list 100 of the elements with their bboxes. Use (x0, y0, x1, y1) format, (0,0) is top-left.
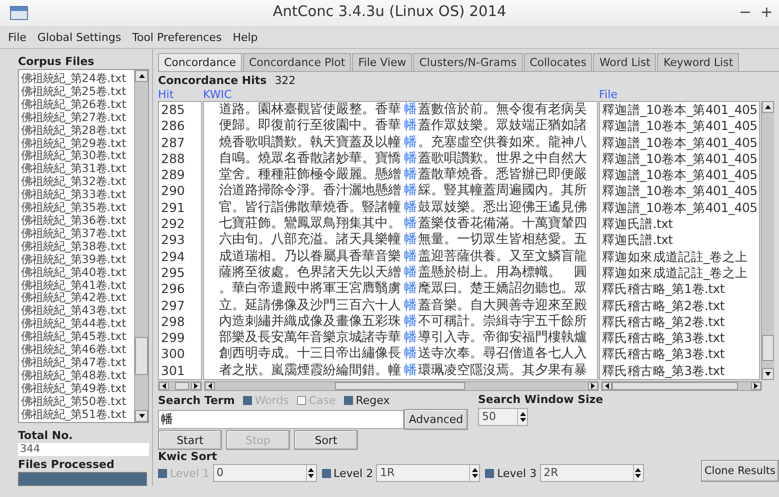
up-arrow-icon[interactable] (472, 468, 478, 472)
column-header[interactable]: Hit (158, 88, 203, 101)
checkbox[interactable] (344, 396, 353, 405)
file-name: 釋氏稽古略_第2卷.txt (601, 298, 726, 314)
sort-level-spinner[interactable]: 1R (376, 464, 480, 482)
scrollbar[interactable] (761, 101, 774, 380)
file-list-item[interactable]: 佛祖統紀_第30卷.txt (19, 150, 134, 164)
left-arrow-icon[interactable] (162, 383, 166, 389)
up-arrow-icon[interactable] (520, 412, 526, 416)
scrollbar-thumb[interactable] (762, 335, 774, 361)
sort-button[interactable]: Sort (294, 430, 358, 450)
down-arrow-icon[interactable] (635, 474, 642, 478)
file-list-item[interactable]: 佛祖統紀_第45卷.txt (19, 331, 134, 344)
tab[interactable]: Word List (593, 53, 656, 71)
scrollbar-thumb[interactable] (175, 382, 189, 390)
file-list-item[interactable]: 佛祖統紀_第48卷.txt (19, 370, 134, 383)
column-header[interactable]: KWIC (203, 88, 599, 101)
file-list-item[interactable]: 佛祖統紀_第37卷.txt (19, 228, 134, 241)
file-list-item[interactable]: 佛祖統紀_第49卷.txt (19, 382, 134, 396)
file-list-item[interactable]: 佛祖統紀_第35卷.txt (19, 202, 134, 215)
down-arrow-icon[interactable] (472, 474, 478, 478)
scrollbar[interactable] (601, 381, 762, 391)
keyword: 幡 (403, 248, 418, 265)
right-arrow-icon[interactable] (194, 383, 198, 389)
menu-item[interactable]: Help (232, 30, 258, 44)
file-list-item[interactable]: 佛祖統紀_第44卷.txt (19, 318, 134, 332)
down-arrow-icon[interactable] (520, 418, 526, 422)
up-arrow-icon[interactable] (308, 468, 314, 472)
menu-item[interactable]: Global Settings (37, 30, 122, 44)
file-list-item[interactable]: 佛祖統紀_第38卷.txt (19, 240, 134, 254)
window-size-spinner[interactable]: 50 (478, 408, 528, 426)
checkbox[interactable] (485, 468, 494, 478)
file-list-item[interactable]: 佛祖統紀_第47卷.txt (19, 356, 134, 370)
total-count-field: 344 (18, 443, 149, 456)
file-list-item[interactable]: 佛祖統紀_第32卷.txt (19, 176, 134, 190)
left-context: 者之狀。嵐靄煙霞紛綸間錯。幢 (218, 362, 401, 379)
up-arrow-icon[interactable] (635, 468, 642, 472)
minimize-button[interactable]: − (738, 3, 752, 21)
file-list-item[interactable]: 佛祖統紀_第51卷.txt (19, 408, 134, 422)
right-context: 。充塞虛空供養如來。龍神八 (418, 134, 587, 151)
scrollbar[interactable] (134, 70, 148, 422)
file-list-item[interactable]: 佛祖統紀_第42卷.txt (19, 292, 134, 306)
file-list-item[interactable]: 佛祖統紀_第28卷.txt (19, 124, 134, 138)
scrollbar-thumb[interactable] (612, 382, 738, 390)
down-arrow-icon[interactable] (308, 474, 314, 478)
tab[interactable]: Collocates (524, 53, 592, 71)
scrollbar-thumb[interactable] (135, 337, 148, 375)
checkbox[interactable] (322, 468, 331, 478)
file-list-item[interactable]: 佛祖統紀_第46卷.txt (19, 344, 134, 357)
left-arrow-icon[interactable] (208, 383, 212, 389)
file-list-item[interactable]: 佛祖統紀_第25卷.txt (19, 86, 134, 99)
right-context: 綵。豎其幢蓋周遍國內。其所 (418, 183, 587, 200)
tab[interactable]: Concordance (158, 53, 242, 71)
sort-level-spinner[interactable]: 2R (540, 464, 644, 482)
file-list-item[interactable]: 佛祖統紀_第33卷.txt (19, 189, 134, 202)
keyword: 幡 (403, 281, 418, 298)
keyword: 幡 (403, 118, 418, 135)
right-arrow-icon[interactable] (754, 383, 758, 389)
file-list-item[interactable]: 佛祖統紀_第26卷.txt (19, 98, 134, 112)
scrollbar[interactable] (158, 381, 202, 391)
window-title: AntConc 3.4.3u (Linux OS) 2014 (272, 4, 506, 20)
tab[interactable]: Clusters/N-Grams (413, 53, 523, 71)
file-list-item[interactable]: 佛祖統紀_第27卷.txt (19, 112, 134, 125)
app-icon (10, 6, 28, 20)
file-list-item[interactable]: 佛祖統紀_第41卷.txt (19, 280, 134, 292)
keyword: 幡 (403, 102, 418, 118)
tab[interactable]: Concordance Plot (243, 53, 352, 71)
keyword: 幡 (403, 183, 418, 200)
right-arrow-icon[interactable] (591, 383, 595, 389)
file-list-item[interactable]: 佛祖統紀_第29卷.txt (19, 138, 134, 150)
advanced-button[interactable]: Advanced (404, 409, 468, 430)
maximize-button[interactable]: + (760, 3, 773, 21)
right-context: 環珮凌空隱沒焉。其夕果有暴 (418, 362, 587, 379)
file-list-item[interactable]: 佛祖統紀_第39卷.txt (19, 254, 134, 267)
file-list-item[interactable]: 佛祖統紀_第40卷.txt (19, 266, 134, 280)
file-list-item[interactable]: 佛祖統紀_第36卷.txt (19, 214, 134, 228)
clone-results-button[interactable]: Clone Results (701, 460, 779, 482)
right-context: 蓋數倍於前。無令復有老病吴 (418, 102, 587, 118)
left-context: 治道路掃除令淨。香汁灑地懸繒 (218, 183, 401, 200)
down-arrow-icon[interactable] (765, 372, 771, 376)
down-arrow-icon[interactable] (138, 414, 144, 418)
menu-item[interactable]: File (8, 30, 26, 44)
file-list-item[interactable]: 佛祖統紀_第31卷.txt (19, 163, 134, 176)
menu-item[interactable]: Tool Preferences (132, 30, 222, 44)
scrollbar[interactable] (204, 381, 599, 391)
file-list-item[interactable]: 佛祖統紀_第24卷.txt (19, 73, 134, 86)
column-header[interactable]: File (599, 88, 618, 101)
start-button[interactable]: Start (158, 430, 222, 450)
tab[interactable]: File View (352, 53, 412, 71)
file-list-item[interactable]: 佛祖統紀_第43卷.txt (19, 305, 134, 318)
left-context: 創西明寺成。十三日帝出繡像長 (218, 346, 401, 363)
file-list-item[interactable]: 佛祖統紀_第50卷.txt (19, 396, 134, 409)
search-field[interactable]: 幡 (158, 410, 404, 429)
tab[interactable]: Keyword List (657, 53, 740, 71)
up-arrow-icon[interactable] (765, 105, 771, 109)
left-context: 堂舍。種種莊飾極令嚴麗。懸繒 (218, 167, 401, 183)
keyword: 幡 (403, 314, 418, 330)
scrollbar-thumb[interactable] (335, 382, 465, 390)
left-context: 薩將至彼處。色界諸天先以天繒 (218, 264, 401, 281)
up-arrow-icon[interactable] (138, 74, 144, 78)
